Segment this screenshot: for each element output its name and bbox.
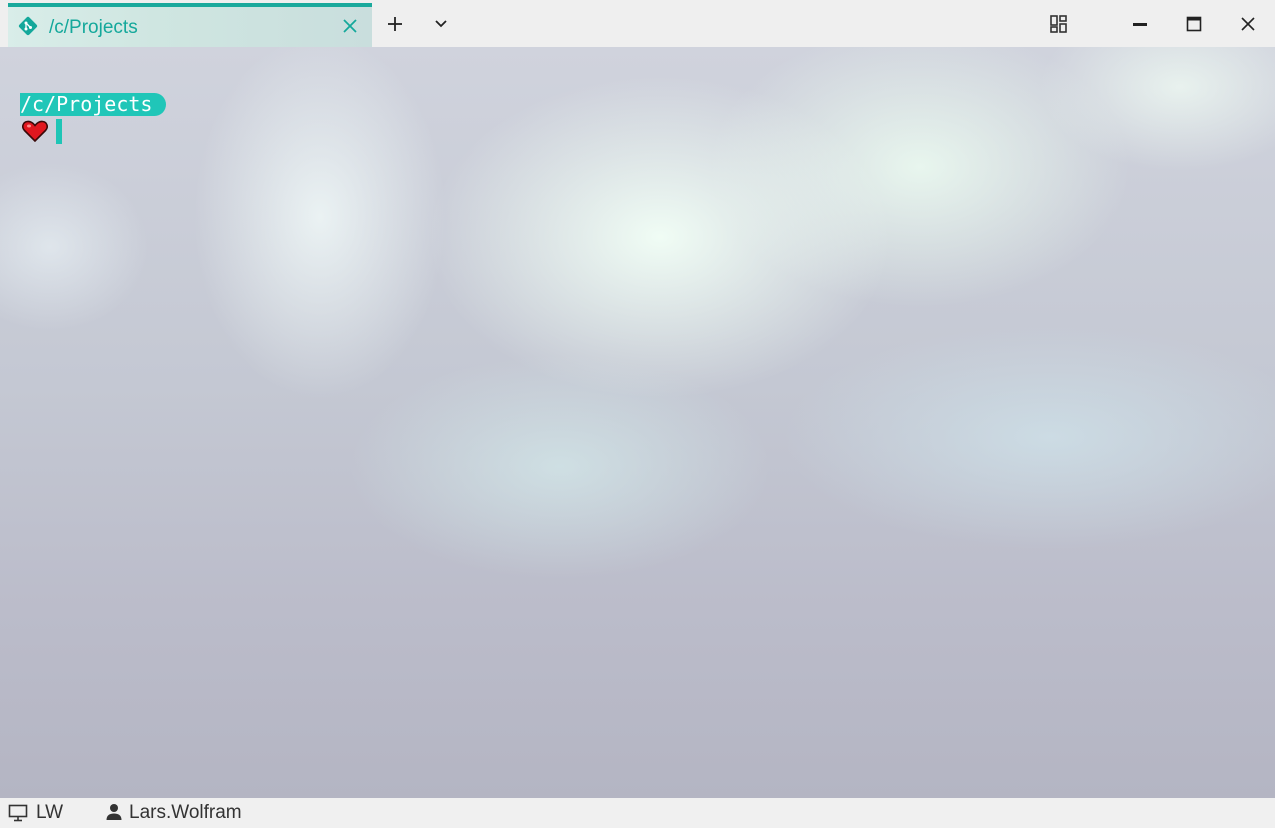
tab-projects[interactable]: /c/Projects: [8, 3, 372, 47]
plus-icon: [388, 17, 402, 31]
maximize-button[interactable]: [1182, 12, 1206, 36]
chevron-down-icon: [435, 20, 447, 28]
minimize-icon: [1133, 23, 1147, 26]
close-icon: [1241, 17, 1255, 31]
minimize-button[interactable]: [1128, 12, 1152, 36]
status-user: Lars.Wolfram: [129, 802, 242, 823]
tab-title: /c/Projects: [49, 17, 138, 38]
user-icon: [106, 804, 122, 820]
heart-icon: [22, 120, 48, 142]
status-bar: LW Lars.Wolfram: [0, 798, 1275, 828]
tab-dropdown-button[interactable]: [429, 12, 453, 36]
terminal-area[interactable]: /c/Projects: [0, 47, 1275, 798]
prompt-path: /c/Projects: [20, 93, 167, 116]
dashboard-icon: [1050, 15, 1067, 33]
layout-button[interactable]: [1047, 12, 1071, 36]
monitor-icon: [8, 804, 28, 822]
maximize-icon: [1186, 16, 1202, 32]
new-tab-button[interactable]: [383, 12, 407, 36]
title-bar: /c/Projects: [0, 0, 1275, 47]
text-cursor: [56, 119, 62, 144]
git-icon: [18, 16, 38, 36]
status-host: LW: [36, 802, 64, 823]
close-window-button[interactable]: [1236, 12, 1260, 36]
tab-close-icon[interactable]: [340, 16, 360, 36]
